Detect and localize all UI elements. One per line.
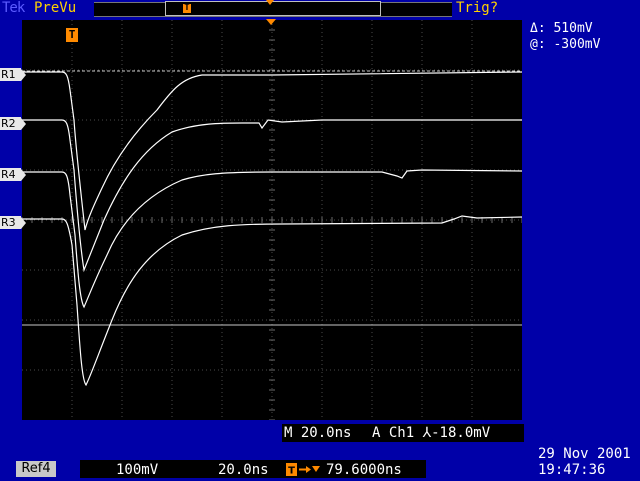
ref2-trace [22,119,522,273]
svg-text:T: T [288,466,295,477]
trigger-status: Trig? [456,0,499,16]
brand-logo: Tek [2,0,25,16]
waveform-display[interactable] [21,19,523,421]
time-per-div: 20.0ns [218,462,269,478]
ref3-label[interactable]: R3 [0,216,26,229]
trigger-readout: A Ch1 ⅄-18.0mV [372,425,491,441]
cursor-delta-readout: Δ: 510mV [530,21,593,36]
trigger-position-marker[interactable]: T [66,28,78,42]
clock-readout: 19:47:36 [538,462,606,478]
ref4-selector[interactable]: Ref4 [16,461,56,477]
ref1-trace [22,71,523,231]
acquisition-mode: PreVu [34,0,77,16]
ref2-label[interactable]: R2 [0,117,26,130]
trigger-point-arrow-icon [266,19,276,25]
graticule-svg [21,19,523,421]
trigger-delay-icon: T [286,462,322,477]
record-trigger-marker: T [183,3,191,13]
cursor-position-readout: @: -300mV [530,37,601,52]
record-center-arrow-icon [266,0,274,5]
timebase-readout: M 20.0ns [284,425,352,441]
date-readout: 29 Nov 2001 [538,446,631,462]
trigger-delay-readout: 79.6000ns [326,462,402,478]
ref4-label[interactable]: R4 [0,168,26,181]
ref1-label[interactable]: R1 [0,68,26,81]
volts-per-div: 100mV [116,462,159,478]
